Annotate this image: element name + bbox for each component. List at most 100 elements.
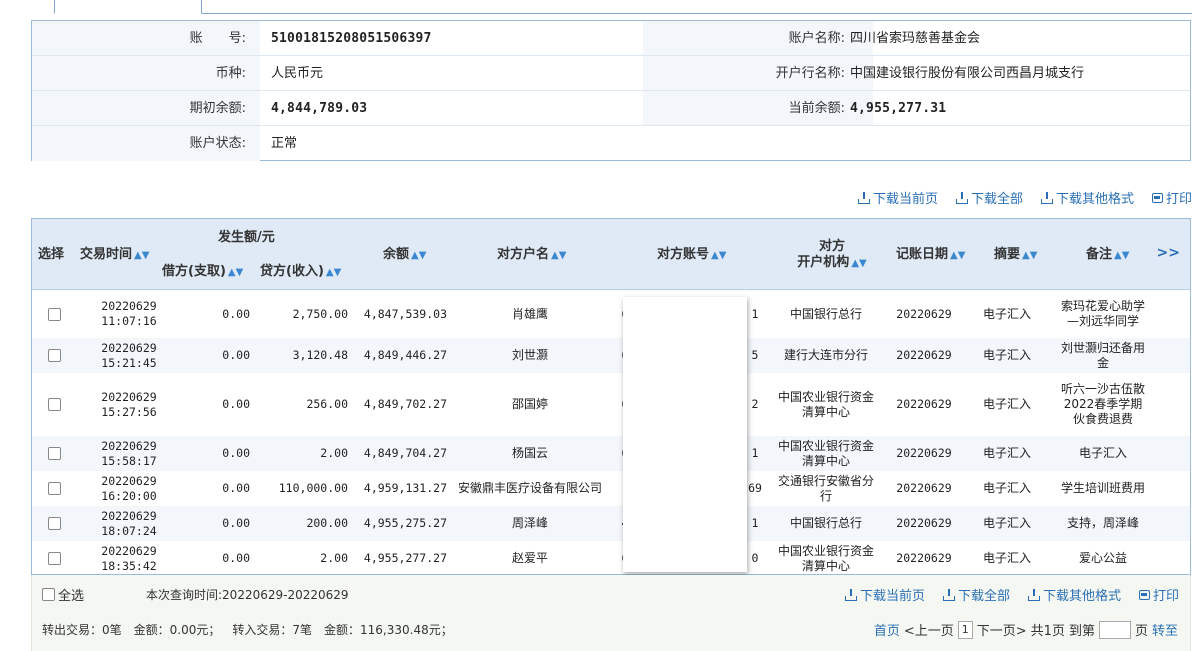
cell-remark-text: 支持，周泽峰 <box>1066 516 1139 530</box>
currency-value: 人民币元 <box>271 66 324 81</box>
first-page-link[interactable]: 首页 <box>874 620 900 639</box>
download-all-link[interactable]: 下载全部 <box>955 188 1023 207</box>
cell-balance-text: 4,955,275.27 <box>363 516 447 530</box>
cell-acct-tail-text: 1 <box>751 516 759 530</box>
row-select-cell <box>32 373 76 436</box>
row-checkbox[interactable] <box>47 517 61 530</box>
cell-bank: 交通银行安徽省分行 <box>777 471 875 506</box>
sort-icon[interactable]: ▲▼ <box>326 267 341 278</box>
select-all[interactable]: 全选 <box>42 585 84 604</box>
col-payee-bank[interactable]: 对方 开户机构 ▲▼ <box>797 239 867 272</box>
select-all-checkbox[interactable] <box>42 588 55 601</box>
sort-icon[interactable]: ▲▼ <box>1114 250 1129 261</box>
table-row[interactable]: 20220629 16:20:00 0.00 110,000.00 4,959,131.… <box>32 471 1190 506</box>
table-header: 选择 交易时间 ▲▼ 发生额/元 借方(支取) ▲▼ 贷方(收入) ▲▼ 余额 ▲▼ 对… <box>32 219 1190 290</box>
row-checkbox[interactable] <box>47 482 61 495</box>
table-row[interactable]: 20220629 15:27:56 0.00 256.00 4,849,702.27 邵国… <box>32 373 1190 436</box>
prev-page-link[interactable]: <上一页 <box>904 620 954 639</box>
cell-credit: 2,750.00 <box>250 290 348 338</box>
cell-book-date: 20220629 <box>884 541 964 574</box>
cell-bank: 中国农业银行资金清算中心 <box>777 373 875 436</box>
download-current-page-link[interactable]: 下载当前页 <box>844 585 925 604</box>
row-checkbox[interactable] <box>47 307 61 321</box>
download-current-page-link[interactable]: 下载当前页 <box>857 188 938 207</box>
cell-payee: 安徽鼎丰医疗设备有限公司 <box>457 471 603 506</box>
col-payee[interactable]: 对方户名 ▲▼ <box>497 247 566 264</box>
cell-remark: 刘世灏归还备用金 <box>1058 338 1148 373</box>
cell-credit: 2.00 <box>250 436 348 471</box>
col-book-date[interactable]: 记账日期 ▲▼ <box>896 247 965 264</box>
cell-acct-tail: 5 <box>744 338 766 373</box>
print-link[interactable]: 打印 <box>1138 585 1179 604</box>
sort-icon[interactable]: ▲▼ <box>851 258 866 269</box>
sort-icon[interactable]: ▲▼ <box>411 250 426 261</box>
download-other-format-link[interactable]: 下载其他格式 <box>1027 585 1121 604</box>
cell-acct-tail: 69 <box>744 471 766 506</box>
cell-debit-text: 0.00 <box>222 348 250 362</box>
cell-credit: 256.00 <box>250 373 348 436</box>
cell-book-date: 20220629 <box>884 290 964 338</box>
cell-debit: 0.00 <box>162 290 250 338</box>
opening-balance-label: 期初余额: <box>189 101 246 116</box>
row-select-cell <box>32 338 76 373</box>
next-page-link[interactable]: 下一页> <box>977 620 1027 639</box>
cell-summary: 电子汇入 <box>972 506 1042 541</box>
col-time[interactable]: 交易时间 ▲▼ <box>80 247 149 264</box>
cell-credit-text: 2.00 <box>320 446 348 460</box>
table-row[interactable]: 20220629 18:07:24 0.00 200.00 4,955,275.27 周泽… <box>32 506 1190 541</box>
cell-credit-text: 3,120.48 <box>292 348 348 362</box>
col-amount-group: 发生额/元 <box>218 230 275 245</box>
goto-button[interactable]: 转至 <box>1152 620 1178 639</box>
cell-time-text: 15:27:56 <box>101 404 157 419</box>
col-credit[interactable]: 贷方(收入) ▲▼ <box>260 264 341 281</box>
row-checkbox[interactable] <box>47 398 61 411</box>
print-link[interactable]: 打印 <box>1151 188 1192 207</box>
cell-acct-tail: 2 <box>744 373 766 436</box>
col-balance[interactable]: 余额 ▲▼ <box>383 247 426 264</box>
cell-date-text: 20220629 <box>101 508 157 523</box>
cell-acct-tail-text: 69 <box>748 481 762 495</box>
col-remark[interactable]: 备注 ▲▼ <box>1086 247 1129 264</box>
info-row-currency: 币种: 人民币元 开户行名称: 中国建设银行股份有限公司西昌月城支行 <box>32 56 1190 91</box>
query-time: 本次查询时间:20220629-20220629 <box>146 588 349 602</box>
row-checkbox[interactable] <box>47 349 61 362</box>
transaction-summary: 转出交易：0笔 金额：0.00元； 转入交易：7笔 金额：116,330.48元… <box>42 621 453 638</box>
cell-credit-text: 110,000.00 <box>278 481 348 495</box>
cell-remark-text: 电子汇入 <box>1078 446 1127 460</box>
sort-icon[interactable]: ▲▼ <box>551 250 566 261</box>
more-columns-icon[interactable]: >> <box>1157 245 1180 261</box>
cell-bank-text: 建行大连市分行 <box>783 348 868 362</box>
active-tab[interactable] <box>54 0 202 14</box>
table-row[interactable]: 20220629 11:07:16 0.00 2,750.00 4,847,539.03… <box>32 290 1190 338</box>
info-row-status: 账户状态: 正常 <box>32 126 1190 161</box>
sort-icon[interactable]: ▲▼ <box>1022 250 1037 261</box>
sort-icon[interactable]: ▲▼ <box>950 250 965 261</box>
cell-balance-text: 4,955,277.27 <box>363 551 447 565</box>
out-amount: 金额：0.00元； <box>133 623 221 637</box>
cell-acct-tail-text: 0 <box>751 551 759 565</box>
cell-acct-tail: 0 <box>744 541 766 574</box>
sort-icon[interactable]: ▲▼ <box>134 250 149 261</box>
cell-acct-tail-text: 1 <box>751 306 759 321</box>
col-payee-account[interactable]: 对方账号 ▲▼ <box>657 247 726 264</box>
row-select-cell <box>32 436 76 471</box>
info-row-balance: 期初余额: 4,844,789.03 当前余额: 4,955,277.31 <box>32 91 1190 126</box>
page-unit-label: 页 <box>1134 624 1148 639</box>
opening-balance-value: 4,844,789.03 <box>271 101 368 116</box>
download-all-link[interactable]: 下载全部 <box>942 585 1010 604</box>
sort-icon[interactable]: ▲▼ <box>228 267 243 278</box>
col-summary[interactable]: 摘要 ▲▼ <box>994 247 1037 264</box>
col-debit[interactable]: 借方(支取) ▲▼ <box>162 264 243 281</box>
cell-time-text: 18:35:42 <box>101 558 157 573</box>
table-row[interactable]: 2022062918:35:420.002.004,955,277.27赵爱平6… <box>32 541 1190 574</box>
row-checkbox[interactable] <box>47 447 61 460</box>
bottom-download-links: 下载当前页 下载全部 下载其他格式 打印 <box>844 585 1179 604</box>
table-row[interactable]: 2022062915:58:170.002.004,849,704.27杨国云6… <box>32 436 1190 471</box>
in-count: 转入交易：7笔 <box>232 623 313 637</box>
cell-date-text: 20220629 <box>101 340 157 355</box>
goto-page-input[interactable] <box>1098 620 1131 639</box>
row-checkbox[interactable] <box>47 552 61 565</box>
sort-icon[interactable]: ▲▼ <box>711 250 726 261</box>
table-row[interactable]: 20220629 15:21:45 0.00 3,120.48 4,849,446.27… <box>32 338 1190 373</box>
download-other-format-link[interactable]: 下载其他格式 <box>1040 188 1134 207</box>
